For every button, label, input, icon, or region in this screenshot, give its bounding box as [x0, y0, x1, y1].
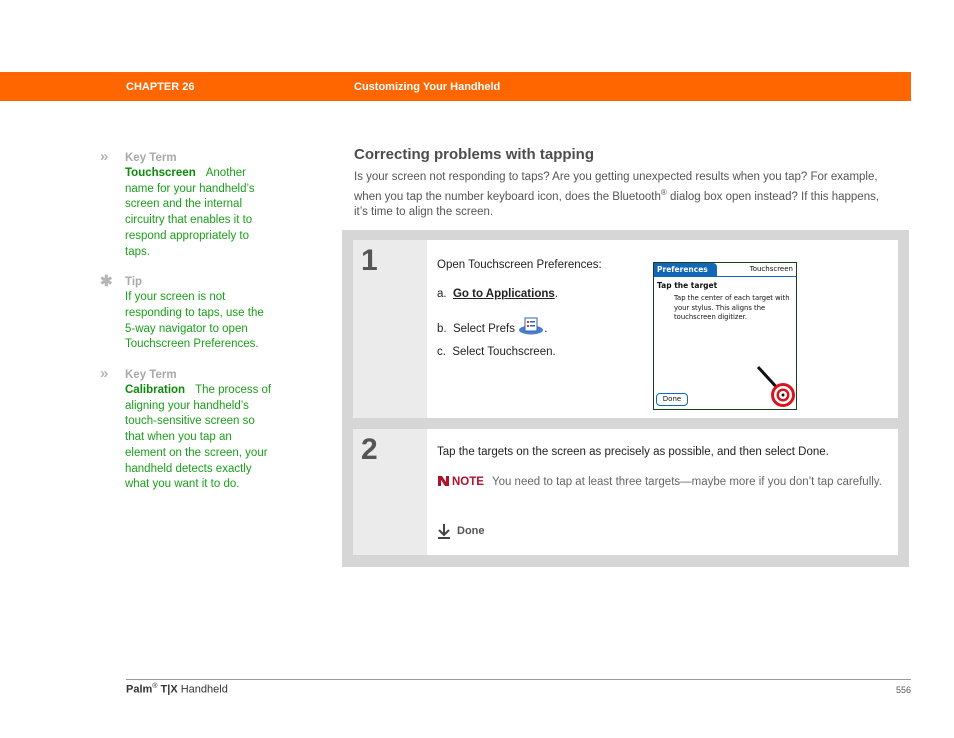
footer-divider [126, 679, 911, 680]
note-icon [437, 475, 450, 492]
done-label: Done [457, 525, 485, 537]
chapter-header-bar: CHAPTER 26 Customizing Your Handheld [0, 72, 911, 101]
step-1: 1 Open Touchscreen Preferences: a. Go to… [353, 240, 898, 418]
down-arrow-icon [438, 524, 450, 539]
item-prefix: b. [437, 323, 447, 335]
key-term: Calibration [125, 384, 186, 397]
registered-mark: ® [152, 683, 158, 690]
note-text: You need to tap at least three targets—m… [491, 476, 882, 488]
asterisk-icon: ✱ [100, 273, 113, 291]
note: NOTE You need to tap at least three targe… [437, 475, 892, 492]
double-chevron-icon: » [100, 365, 109, 383]
touchscreen-screenshot: Preferences Touchscreen Tap the target T… [653, 262, 797, 410]
step-item-c: c. Select Touchscreen. [437, 346, 556, 358]
chapter-number: CHAPTER 26 [126, 81, 195, 93]
item-text: Select Prefs [452, 323, 515, 335]
footer-product: Palm® T|X Handheld [126, 683, 228, 696]
sidebar-label: Tip [125, 276, 143, 289]
screen-done-button: Done [656, 393, 688, 406]
sidebar-key-term-touchscreen: » Key Term Touchscreen Another name for y… [100, 148, 280, 260]
key-term-definition: Another name for your handheld’s screen … [125, 167, 255, 258]
sidebar-text: Touchscreen Another name for your handhel… [125, 166, 273, 260]
step-2: 2 Tap the targets on the screen as preci… [353, 429, 898, 555]
chapter-title: Customizing Your Handheld [354, 81, 501, 93]
product: Handheld [180, 683, 228, 696]
key-term-definition: The process of aligning your handheld’s … [125, 384, 272, 491]
page-number: 556 [895, 685, 911, 695]
sidebar-label: Key Term [125, 152, 177, 164]
step-number: 2 [361, 433, 378, 466]
step-text: Tap the targets on the screen as precise… [437, 446, 829, 458]
screen-heading: Tap the target [657, 281, 718, 290]
section-title: Correcting problems with tapping [354, 146, 595, 163]
step-number: 1 [361, 244, 378, 277]
intro-paragraph: Is your screen not responding to taps? A… [354, 170, 894, 220]
sidebar-key-term-calibration: » Key Term Calibration The process of ali… [100, 365, 280, 493]
item-prefix: a. [437, 288, 447, 300]
item-prefix: c. [437, 346, 446, 358]
tip-text: If your screen is not responding to taps… [125, 291, 264, 351]
brand: Palm [126, 683, 153, 696]
step-item-b: b. Select Prefs . [437, 317, 547, 338]
tab-underline [654, 276, 796, 277]
item-suffix: . [554, 288, 558, 300]
step-number-column: 1 [353, 240, 427, 418]
done-indicator: Done [437, 523, 485, 539]
sidebar-tip: ✱ Tip If your screen is not responding t… [100, 273, 280, 353]
step-number-column: 2 [353, 429, 427, 555]
preferences-tab: Preferences [654, 263, 717, 277]
prefs-icon [518, 317, 544, 338]
note-label: NOTE [452, 476, 484, 488]
item-suffix: . [544, 323, 548, 335]
target-icon [756, 365, 795, 407]
model: T|X [160, 683, 178, 696]
go-to-applications-link[interactable]: Go to Applications [453, 288, 555, 300]
sidebar-text: Calibration The process of aligning your … [125, 383, 273, 493]
sidebar: » Key Term Touchscreen Another name for y… [100, 148, 280, 507]
step-item-a: a. Go to Applications. [437, 288, 558, 300]
screen-title: Touchscreen [749, 265, 793, 273]
double-chevron-icon: » [100, 148, 109, 165]
steps-container: 1 Open Touchscreen Preferences: a. Go to… [342, 230, 909, 567]
item-text: Select Touchscreen. [452, 346, 556, 358]
screen-body: Tap the center of each target with your … [674, 294, 790, 321]
key-term: Touchscreen [125, 167, 196, 179]
sidebar-label: Key Term [125, 369, 177, 382]
step-heading: Open Touchscreen Preferences: [437, 259, 602, 271]
